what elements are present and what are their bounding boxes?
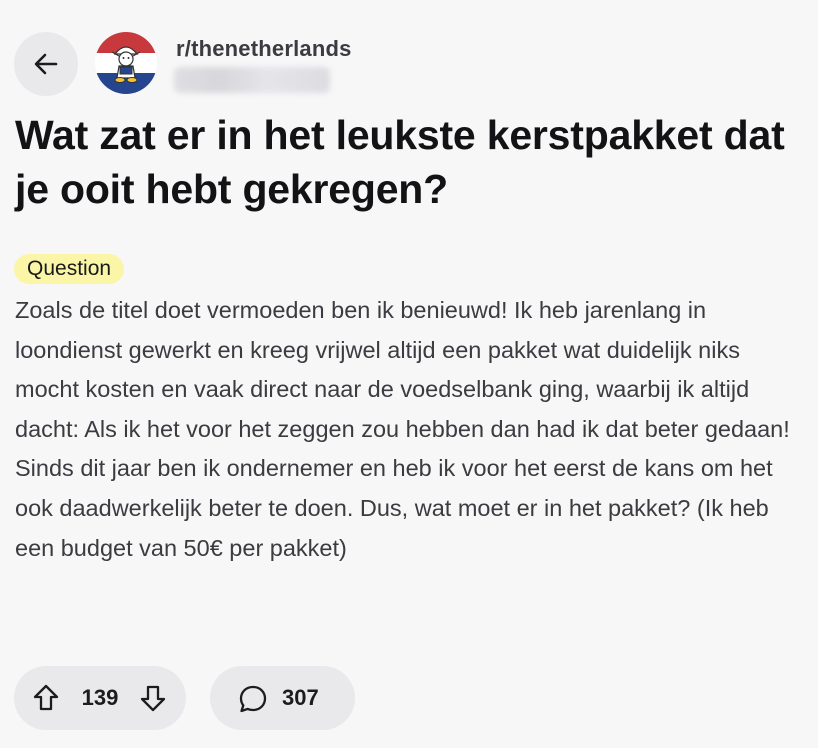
back-button[interactable] (14, 32, 78, 96)
comments-button[interactable]: 307 (210, 666, 355, 730)
dutch-flag-mascot-icon (95, 32, 157, 94)
subreddit-name[interactable]: r/thenetherlands (176, 36, 352, 62)
post-header: r/thenetherlands (14, 30, 794, 98)
arrow-left-icon (34, 53, 58, 75)
redacted-post-meta (174, 67, 330, 93)
arrow-down-icon[interactable] (138, 683, 168, 713)
arrow-up-icon[interactable] (31, 683, 61, 713)
speech-bubble-icon (239, 685, 267, 713)
post-title: Wat zat er in het leukste kerstpakket da… (15, 112, 785, 212)
vote-bar: 139 (14, 666, 186, 730)
post-flair[interactable]: Question (14, 254, 125, 284)
comment-count: 307 (282, 685, 319, 710)
vote-count: 139 (81, 685, 119, 710)
subreddit-avatar[interactable] (95, 32, 157, 94)
post-body: Zoals de titel doet vermoeden ben ik ben… (15, 297, 790, 561)
